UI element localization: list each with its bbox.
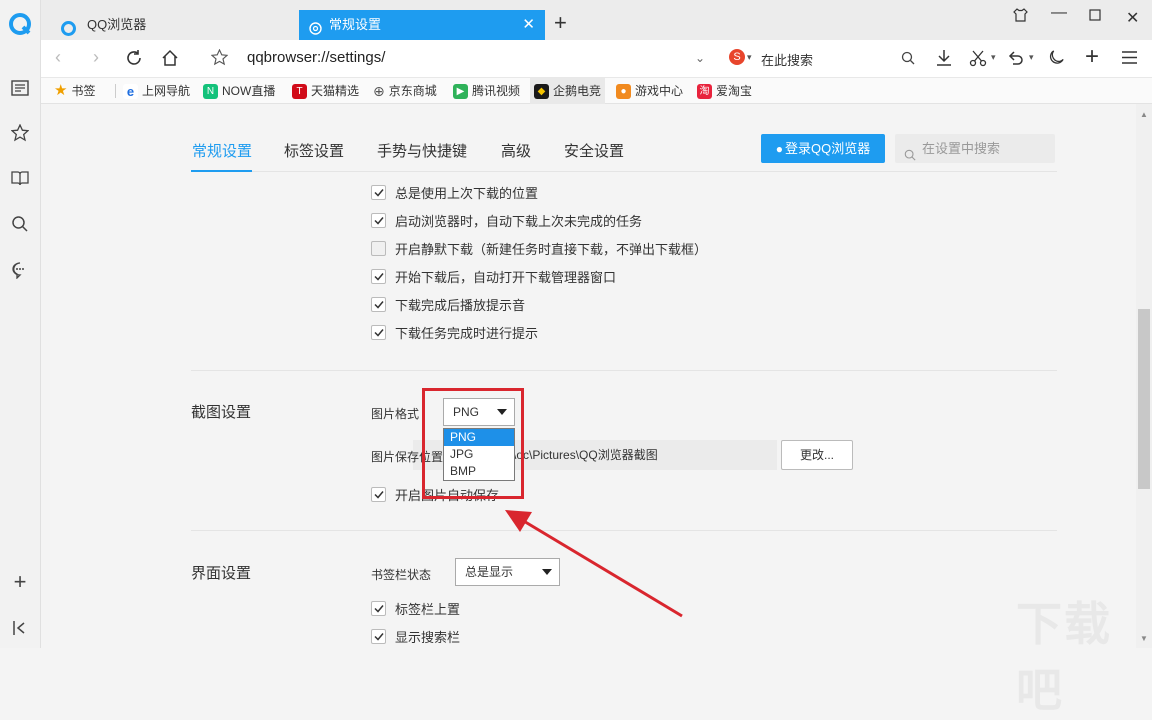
watermark-logo: 下载吧 (1016, 598, 1112, 716)
annotation-arrow (505, 510, 683, 618)
